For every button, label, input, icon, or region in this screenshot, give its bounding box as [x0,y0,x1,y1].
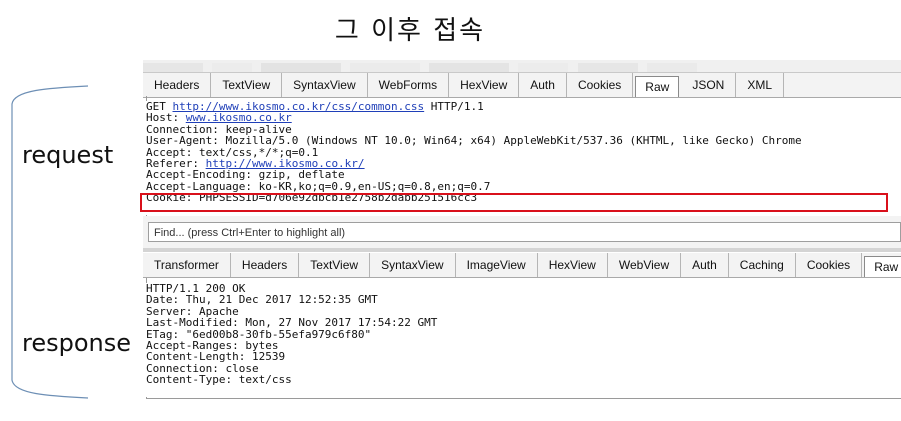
tab-cookies[interactable]: Cookies [567,73,634,97]
find-input[interactable]: Find... (press Ctrl+Enter to highlight a… [148,222,901,242]
cookie-highlight-box [140,193,888,212]
tab-webview[interactable]: WebView [608,253,682,277]
tab-syntaxview[interactable]: SyntaxView [282,73,368,97]
tab-headers[interactable]: Headers [231,253,300,277]
tab-auth[interactable]: Auth [519,73,567,97]
response-tab-bar: Transformer Headers TextView SyntaxView … [143,253,901,278]
tab-webforms[interactable]: WebForms [368,73,450,97]
response-raw-text[interactable]: HTTP/1.1 200 OK Date: Thu, 21 Dec 2017 1… [146,283,901,397]
panel-splitter[interactable] [143,248,901,252]
tab-caching[interactable]: Caching [729,253,796,277]
tab-headers[interactable]: Headers [143,73,212,97]
page-title: 그 이후 접속 [334,16,486,46]
tab-textview[interactable]: TextView [299,253,371,277]
tab-imageview[interactable]: ImageView [456,253,538,277]
tab-json[interactable]: JSON [681,73,737,97]
request-tab-bar: Headers TextView SyntaxView WebForms Hex… [143,73,901,98]
response-line: Content-Type: text/css [146,373,292,387]
tab-auth[interactable]: Auth [681,253,729,277]
request-label: request [22,141,114,169]
tab-syntaxview[interactable]: SyntaxView [370,253,456,277]
tab-xml[interactable]: XML [736,73,785,97]
response-label: response [22,329,132,357]
tab-transformer[interactable]: Transformer [143,253,231,277]
tab-raw[interactable]: Raw [635,76,680,97]
tab-hexview[interactable]: HexView [449,73,520,97]
tab-cookies[interactable]: Cookies [796,253,863,277]
tab-textview[interactable]: TextView [211,73,283,97]
cropped-toolbar [143,60,901,73]
panel-border [146,398,901,399]
tab-hexview[interactable]: HexView [538,253,608,277]
tab-raw[interactable]: Raw [864,256,901,277]
